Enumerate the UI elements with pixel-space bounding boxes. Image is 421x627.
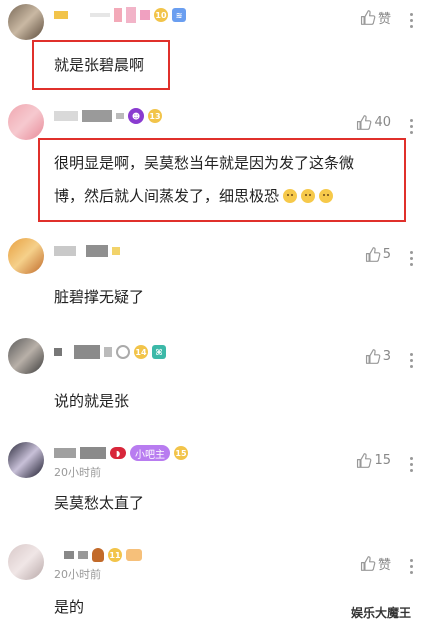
avatar[interactable]: [8, 4, 44, 40]
level-badge-icon: 14: [134, 345, 148, 359]
comment-time: 20小时前: [54, 466, 101, 479]
avatar[interactable]: [8, 544, 44, 580]
like-count: 赞: [377, 12, 391, 27]
more-vertical-icon[interactable]: [409, 13, 413, 28]
thumbs-up-icon: [360, 10, 376, 25]
devil-emoji-icon: ☻: [128, 108, 144, 124]
comment-item: ◗ 小吧主 15 20小时前 15 吴莫愁太直了: [0, 442, 421, 522]
emoji-icon: [283, 189, 298, 203]
more-vertical-icon[interactable]: [409, 119, 413, 134]
like-button[interactable]: 5: [364, 246, 391, 263]
member-badge-icon: ⌘: [152, 345, 166, 359]
like-count: 3: [382, 349, 391, 364]
level-badge-icon: 13: [148, 109, 162, 123]
username-redacted[interactable]: 10 ≋: [54, 4, 186, 26]
like-count: 赞: [377, 558, 391, 573]
hands-emoji-icon: [126, 549, 142, 561]
like-count: 15: [374, 453, 391, 468]
comment-text-line-1: 很明显是啊，吴莫愁当年就是因为发了这条微: [54, 154, 355, 172]
level-badge-icon: 10: [154, 8, 168, 22]
drumstick-icon: [92, 548, 104, 562]
comment-text: 说的就是张: [54, 392, 130, 410]
emoji-icon: [319, 189, 334, 203]
comment-item: 10 ≋ 赞 就是张碧晨啊: [0, 0, 421, 95]
like-count: 5: [382, 247, 391, 262]
avatar[interactable]: [8, 442, 44, 478]
watermark: 娱乐大魔王: [350, 606, 411, 620]
comment-text: 是的: [54, 598, 85, 616]
comment-time: 20小时前: [54, 568, 101, 581]
avatar[interactable]: [8, 238, 44, 274]
more-vertical-icon[interactable]: [409, 457, 413, 472]
avatar[interactable]: [8, 104, 44, 140]
comment-text: 就是张碧晨啊: [54, 56, 145, 74]
thumbs-up-icon: [360, 556, 376, 571]
username-redacted[interactable]: 14 ⌘: [54, 341, 166, 363]
like-button[interactable]: 赞: [359, 8, 391, 27]
username-redacted[interactable]: [54, 240, 120, 262]
thumbs-up-icon: [357, 453, 372, 468]
thumbs-up-icon: [365, 349, 381, 364]
comment-item: 14 ⌘ 3 说的就是张: [0, 338, 421, 418]
like-button[interactable]: 赞: [359, 554, 391, 573]
emoji-icon: [301, 189, 316, 203]
more-vertical-icon[interactable]: [409, 559, 413, 574]
vip-badge-icon: ≋: [172, 8, 186, 22]
lips-icon: ◗: [110, 447, 126, 459]
thumbs-up-icon: [365, 247, 381, 262]
thumbs-up-icon: [357, 115, 372, 130]
comment-item: ☻ 13 40 很明显是啊，吴莫愁当年就是因为发了这条微 博，然后就人间蒸发了，…: [0, 100, 421, 230]
more-vertical-icon[interactable]: [409, 251, 413, 266]
username-redacted[interactable]: ☻ 13: [54, 105, 162, 127]
moderator-tag: 小吧主: [130, 445, 170, 461]
like-button[interactable]: 3: [364, 348, 391, 365]
circle-badge-icon: [116, 345, 130, 359]
like-button[interactable]: 40: [355, 114, 391, 131]
level-badge-icon: 15: [174, 446, 188, 460]
username-redacted[interactable]: 11: [54, 544, 142, 566]
comment-item: 5 脏碧撑无疑了: [0, 238, 421, 318]
comment-text: 吴莫愁太直了: [54, 494, 145, 512]
avatar[interactable]: [8, 338, 44, 374]
comment-text-line-2: 博，然后就人间蒸发了，细思极恐: [54, 183, 334, 210]
like-count: 40: [374, 115, 391, 130]
like-button[interactable]: 15: [355, 452, 391, 469]
level-badge-icon: 11: [108, 548, 122, 562]
comment-text: 脏碧撑无疑了: [54, 288, 145, 306]
username-redacted[interactable]: ◗ 小吧主 15: [54, 442, 188, 464]
more-vertical-icon[interactable]: [409, 353, 413, 368]
